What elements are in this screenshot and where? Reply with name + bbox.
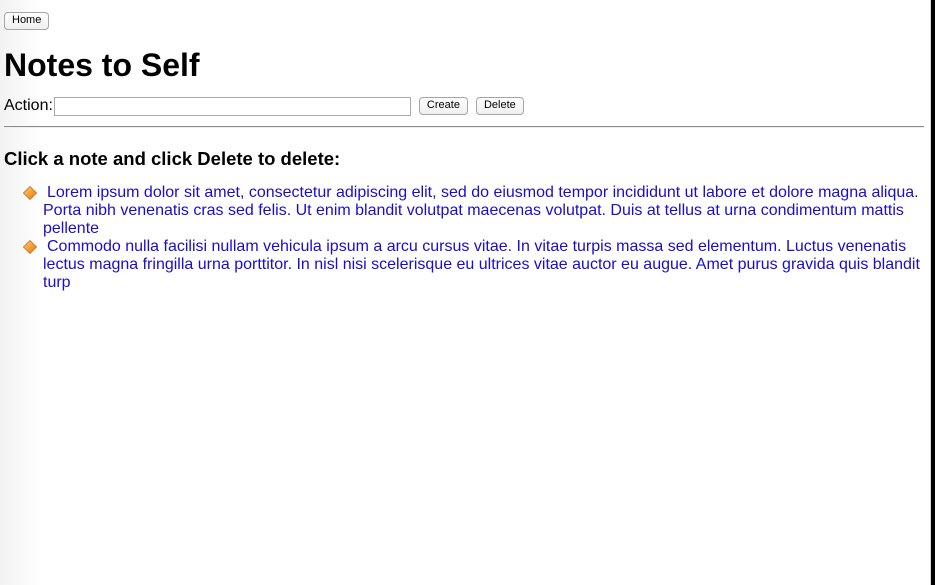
orange-diamond-icon [23,186,37,200]
action-label: Action: [4,97,53,114]
action-input[interactable] [53,96,411,116]
window-edge [931,0,935,585]
orange-diamond-icon [23,240,37,254]
delete-button[interactable]: Delete [475,97,524,115]
note-item[interactable]: Lorem ipsum dolor sit amet, consectetur … [21,184,924,238]
notes-list: Lorem ipsum dolor sit amet, consectetur … [4,184,924,292]
note-item[interactable]: Commodo nulla facilisi nullam vehicula i… [21,238,924,292]
page-title: Notes to Self [4,47,200,83]
main-content: Home Notes to Self Action: Create Delete… [4,10,924,292]
create-button[interactable]: Create [418,97,468,115]
instructions-heading: Click a note and click Delete to delete: [4,148,341,169]
home-button[interactable]: Home [4,12,50,30]
note-text: Commodo nulla facilisi nullam vehicula i… [43,238,920,291]
note-text: Lorem ipsum dolor sit amet, consectetur … [43,184,919,237]
page: Home Notes to Self Action: Create Delete… [0,0,935,585]
action-row: Action: Create Delete [4,95,924,117]
divider [4,126,924,128]
